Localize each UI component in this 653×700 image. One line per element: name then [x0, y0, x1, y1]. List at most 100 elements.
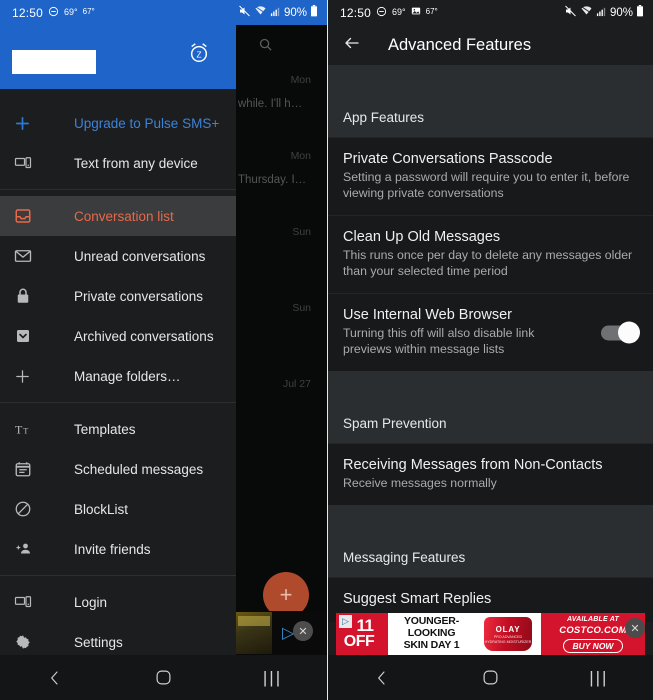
- svg-text:T: T: [23, 427, 28, 436]
- ad-product-image: OLAY PRO ADVANCED HYDRATING MOISTURIZER: [475, 613, 541, 655]
- sidebar-item-conversation-list[interactable]: Conversation list: [0, 196, 236, 236]
- section-header-messaging-features: Messaging Features: [328, 505, 653, 578]
- ad-headline-line-3: SKIN DAY 1: [403, 638, 460, 651]
- inbox-icon: [14, 207, 46, 225]
- sidebar-item-upgrade[interactable]: Upgrade to Pulse SMS+: [0, 103, 236, 143]
- person-add-icon: [14, 540, 46, 558]
- pref-private-conversations-passcode[interactable]: Private Conversations Passcode Setting a…: [328, 137, 653, 216]
- pref-receiving-messages-from-non-contacts[interactable]: Receiving Messages from Non-Contacts Rec…: [328, 443, 653, 506]
- ad-close-button[interactable]: ✕: [625, 618, 645, 638]
- ad-brand: OLAY: [495, 624, 521, 634]
- pref-title: Receiving Messages from Non-Contacts: [343, 457, 603, 474]
- gear-icon: [14, 633, 46, 651]
- calendar-icon: [14, 460, 46, 478]
- sidebar-item-manage-folders[interactable]: Manage folders…: [0, 356, 236, 396]
- status-temp-1: 69°: [392, 6, 406, 17]
- nav-back-button[interactable]: [328, 670, 436, 686]
- toggle-knob: [618, 321, 640, 344]
- nav-back-button[interactable]: [0, 670, 109, 686]
- pref-title: Clean Up Old Messages: [343, 229, 501, 246]
- ad-play-badge-icon: ▷: [339, 615, 352, 628]
- pref-title: Use Internal Web Browser: [343, 307, 512, 324]
- right-phone-screen: 12:50 69° 67° 90% Advanced Features App …: [327, 0, 653, 700]
- status-left-group: 12:50 69° 67°: [12, 6, 95, 20]
- sidebar-item-label: Templates: [74, 421, 136, 437]
- pref-summary: Setting a password will require you to e…: [343, 170, 630, 201]
- sidebar-item-label: Scheduled messages: [74, 461, 204, 477]
- sidebar-item-private-conversations[interactable]: Private conversations: [0, 276, 236, 316]
- ad-banner[interactable]: ▷ 11 OFF YOUNGER- LOOKING SKIN DAY 1 OLA…: [336, 613, 645, 655]
- sidebar-item-label: Private conversations: [74, 288, 204, 304]
- svg-text:Z: Z: [196, 51, 201, 60]
- pref-title: Private Conversations Passcode: [343, 151, 553, 167]
- alarm-snooze-icon[interactable]: Z: [188, 42, 210, 69]
- weather-image-icon: [411, 6, 421, 19]
- ad-close-button[interactable]: ✕: [293, 621, 313, 641]
- ad-discount-word: OFF: [343, 633, 375, 651]
- internal-web-browser-toggle[interactable]: [601, 321, 640, 344]
- sidebar-item-blocklist[interactable]: BlockList: [0, 489, 236, 529]
- plus-icon: [14, 115, 46, 132]
- sidebar-item-text-from-any-device[interactable]: Text from any device: [0, 143, 236, 183]
- nav-home-button[interactable]: [436, 669, 544, 686]
- do-not-disturb-icon: [48, 6, 59, 20]
- sidebar-item-templates[interactable]: TT Templates: [0, 409, 236, 449]
- archive-icon: [14, 327, 46, 345]
- sidebar-item-invite-friends[interactable]: Invite friends: [0, 529, 236, 569]
- ad-buy-now-button[interactable]: BUY NOW: [562, 638, 624, 653]
- pref-title: Suggest Smart Replies: [343, 591, 492, 608]
- plus-icon: [14, 368, 46, 385]
- nav-recents-button[interactable]: |||: [545, 668, 653, 688]
- status-battery-text: 90%: [609, 6, 633, 19]
- drawer-items: Upgrade to Pulse SMS+ Text from any devi…: [0, 89, 236, 662]
- battery-icon: [636, 5, 644, 20]
- drawer-divider: [0, 189, 236, 190]
- status-left-group: 12:50 69° 67°: [340, 6, 438, 20]
- sidebar-item-login[interactable]: Login: [0, 582, 236, 622]
- sidebar-item-label: Upgrade to Pulse SMS+: [74, 115, 220, 131]
- drawer-divider: [0, 575, 236, 576]
- battery-icon: [310, 5, 318, 20]
- nav-recents-button[interactable]: |||: [218, 668, 327, 688]
- signal-icon: [270, 6, 281, 20]
- app-bar: Advanced Features: [328, 25, 653, 65]
- product-jar-icon: OLAY PRO ADVANCED HYDRATING MOISTURIZER: [484, 617, 532, 651]
- pref-use-internal-web-browser[interactable]: Use Internal Web Browser Turning this of…: [328, 293, 653, 372]
- left-ad-banner[interactable]: ▷ ✕: [236, 611, 327, 655]
- section-header-spam-prevention: Spam Prevention: [328, 371, 653, 444]
- signal-icon: [596, 6, 607, 20]
- section-header-label: Messaging Features: [343, 550, 466, 566]
- pref-summary: Turning this off will also disable link …: [343, 326, 535, 357]
- sidebar-item-label: Text from any device: [74, 155, 198, 171]
- right-android-navbar: |||: [328, 655, 653, 700]
- sidebar-item-archived-conversations[interactable]: Archived conversations: [0, 316, 236, 356]
- sidebar-item-scheduled-messages[interactable]: Scheduled messages: [0, 449, 236, 489]
- section-header-label: Spam Prevention: [343, 416, 447, 432]
- pref-summary: This runs once per day to delete any mes…: [343, 248, 633, 279]
- mute-icon: [564, 5, 577, 20]
- left-android-navbar: |||: [0, 655, 327, 700]
- ad-brand-sub-1: PRO ADVANCED: [493, 634, 523, 639]
- wifi-icon: [580, 5, 593, 20]
- mute-icon: [238, 5, 251, 20]
- text-format-icon: TT: [14, 420, 46, 438]
- status-time: 12:50: [12, 5, 44, 20]
- settings-scroll-area[interactable]: App Features Private Conversations Passc…: [328, 65, 653, 700]
- sidebar-item-label: Archived conversations: [74, 328, 214, 344]
- back-arrow-icon[interactable]: [342, 34, 362, 56]
- ad-site: COSTCO.COM: [559, 624, 627, 636]
- page-title: Advanced Features: [388, 35, 532, 54]
- sidebar-item-label: Unread conversations: [74, 248, 206, 264]
- pref-summary: Receive messages normally: [343, 476, 497, 491]
- drawer-account-placeholder: [12, 50, 96, 74]
- close-icon: ✕: [630, 622, 640, 635]
- pref-clean-up-old-messages[interactable]: Clean Up Old Messages This runs once per…: [328, 215, 653, 294]
- left-status-bar: 12:50 69° 67° 90%: [0, 0, 327, 25]
- navigation-drawer: Z Upgrade to Pulse SMS+ Text from any de…: [0, 25, 236, 700]
- sidebar-item-unread-conversations[interactable]: Unread conversations: [0, 236, 236, 276]
- nav-home-button[interactable]: [109, 669, 218, 686]
- sidebar-item-label: Manage folders…: [74, 368, 181, 384]
- ad-headline: YOUNGER- LOOKING SKIN DAY 1: [388, 613, 475, 655]
- wifi-icon: [254, 5, 267, 20]
- close-icon: ✕: [298, 625, 308, 638]
